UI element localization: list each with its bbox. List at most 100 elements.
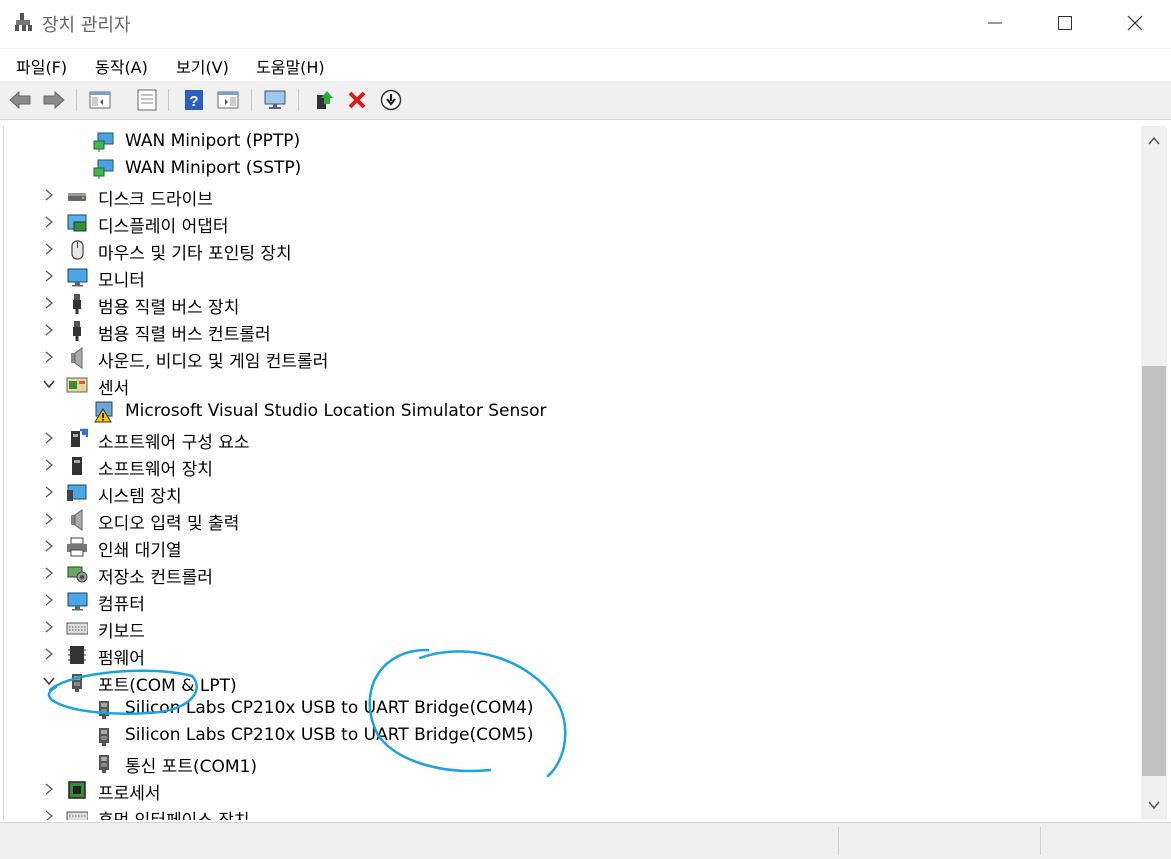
back-button[interactable]: [7, 87, 33, 113]
tree-item-label: Microsoft Visual Studio Location Simulat…: [125, 401, 547, 421]
chevron-right-icon[interactable]: [42, 485, 56, 499]
scan-hardware-button[interactable]: [262, 87, 288, 113]
sensor-icon: [66, 377, 88, 393]
chevron-down-icon[interactable]: [42, 377, 56, 391]
tree-item-label: 모니터: [98, 271, 145, 291]
tree-device-row[interactable]: Silicon Labs CP210x USB to UART Bridge(C…: [4, 722, 1141, 749]
chevron-right-icon[interactable]: [42, 188, 56, 202]
chevron-right-icon[interactable]: [42, 269, 56, 283]
chevron-right-icon[interactable]: [42, 323, 56, 337]
tree-category-row[interactable]: 디스플레이 어댑터: [4, 209, 1141, 237]
menu-action[interactable]: 동작(A): [95, 54, 148, 78]
update-driver-button[interactable]: [311, 87, 337, 113]
tree-device-row[interactable]: Microsoft Visual Studio Location Simulat…: [4, 398, 1141, 425]
menu-view[interactable]: 보기(V): [176, 54, 229, 78]
tree-item-label: 휴먼 인터페이스 장치: [98, 806, 250, 820]
scroll-up-icon[interactable]: [1147, 134, 1161, 148]
vertical-scrollbar[interactable]: [1141, 126, 1167, 820]
maximize-button[interactable]: [1030, 0, 1100, 46]
tree-device-row[interactable]: WAN Miniport (PPTP): [4, 128, 1141, 155]
chevron-right-icon[interactable]: [42, 809, 56, 820]
tree-category-row[interactable]: 센서: [4, 371, 1141, 399]
toolbar-separator: [251, 89, 252, 111]
tree-category-row[interactable]: 인쇄 대기열: [4, 533, 1141, 561]
tree-category-row[interactable]: 모니터: [4, 263, 1141, 291]
close-icon: [1127, 15, 1143, 31]
chevron-right-icon[interactable]: [42, 431, 56, 445]
scrollbar-thumb[interactable]: [1142, 366, 1166, 776]
chevron-right-icon[interactable]: [42, 215, 56, 229]
properties-icon: [137, 89, 157, 111]
tree-category-row[interactable]: 휴먼 인터페이스 장치: [4, 803, 1141, 820]
tree-category-row[interactable]: 마우스 및 기타 포인팅 장치: [4, 236, 1141, 264]
printer-icon: [67, 537, 87, 557]
tree-device-row[interactable]: WAN Miniport (SSTP): [4, 155, 1141, 182]
chevron-right-icon[interactable]: [42, 512, 56, 526]
firmware-icon: [68, 646, 86, 664]
tree-item-label: Silicon Labs CP210x USB to UART Bridge(C…: [125, 698, 534, 718]
status-bar: [0, 822, 1171, 859]
help-button[interactable]: ?: [181, 87, 207, 113]
minimize-button[interactable]: [960, 0, 1030, 46]
chevron-right-icon[interactable]: [42, 782, 56, 796]
tree-category-row[interactable]: 소프트웨어 구성 요소: [4, 425, 1141, 453]
chevron-right-icon[interactable]: [42, 296, 56, 310]
tree-category-row[interactable]: 포트(COM & LPT): [4, 668, 1141, 696]
device-tree: WAN Miniport (PPTP) WAN Miniport (SSTP) 디스…: [3, 126, 1141, 820]
scan-hardware-icon: [264, 90, 286, 109]
menu-help[interactable]: 도움말(H): [256, 54, 325, 78]
tree-category-row[interactable]: 저장소 컨트롤러: [4, 560, 1141, 588]
tree-category-row[interactable]: 사운드, 비디오 및 게임 컨트롤러: [4, 344, 1141, 372]
display-adapter-icon: [67, 214, 87, 232]
tree-item-label: 키보드: [98, 622, 145, 642]
scroll-down-icon[interactable]: [1147, 798, 1161, 812]
chevron-right-icon[interactable]: [42, 242, 56, 256]
tree-category-row[interactable]: 디스크 드라이브: [4, 182, 1141, 210]
tree-item-label: 통신 포트(COM1): [125, 757, 257, 777]
tree-category-row[interactable]: 범용 직렬 버스 컨트롤러: [4, 317, 1141, 345]
forward-button[interactable]: [41, 87, 67, 113]
disable-device-button[interactable]: [378, 87, 404, 113]
tree-device-row[interactable]: 통신 포트(COM1): [4, 749, 1141, 777]
status-separator: [1040, 827, 1041, 855]
action-pane-button[interactable]: [215, 87, 241, 113]
properties-button[interactable]: [134, 87, 160, 113]
chevron-right-icon[interactable]: [42, 458, 56, 472]
toolbar-separator: [76, 89, 77, 111]
close-button[interactable]: [1100, 0, 1170, 46]
software-device-icon: [72, 457, 82, 475]
chevron-right-icon[interactable]: [42, 620, 56, 634]
update-driver-icon: [317, 91, 333, 109]
action-pane-icon: [217, 91, 239, 109]
chevron-right-icon[interactable]: [42, 647, 56, 661]
tree-category-row[interactable]: 프로세서: [4, 776, 1141, 804]
chevron-right-icon[interactable]: [42, 350, 56, 364]
tree-category-row[interactable]: 키보드: [4, 614, 1141, 642]
menu-file[interactable]: 파일(F): [16, 54, 67, 78]
port-icon: [99, 755, 109, 773]
chevron-right-icon[interactable]: [42, 539, 56, 553]
tree-item-label: 시스템 장치: [98, 487, 182, 507]
maximize-icon: [1058, 16, 1072, 30]
chevron-right-icon[interactable]: [42, 593, 56, 607]
status-separator: [838, 827, 839, 855]
tree-category-row[interactable]: 소프트웨어 장치: [4, 452, 1141, 480]
tree-category-row[interactable]: 시스템 장치: [4, 479, 1141, 507]
tree-item-label: Silicon Labs CP210x USB to UART Bridge(C…: [125, 725, 534, 745]
chevron-down-icon[interactable]: [42, 674, 56, 688]
chevron-right-icon[interactable]: [42, 566, 56, 580]
tree-item-label: 범용 직렬 버스 컨트롤러: [98, 325, 271, 345]
tree-category-row[interactable]: 컴퓨터: [4, 587, 1141, 615]
back-arrow-icon: [9, 90, 31, 110]
usb-icon: [73, 294, 81, 314]
show-hide-console-tree-button[interactable]: [87, 87, 113, 113]
disk-drive-icon: [68, 193, 86, 201]
tree-category-row[interactable]: 펌웨어: [4, 641, 1141, 669]
keyboard-icon: [66, 622, 88, 635]
tree-device-row[interactable]: Silicon Labs CP210x USB to UART Bridge(C…: [4, 695, 1141, 722]
tree-category-row[interactable]: 범용 직렬 버스 장치: [4, 290, 1141, 318]
minimize-icon: [988, 22, 1002, 24]
tree-category-row[interactable]: 오디오 입력 및 출력: [4, 506, 1141, 534]
tree-item-label: 프로세서: [98, 784, 161, 804]
uninstall-device-button[interactable]: [344, 87, 370, 113]
